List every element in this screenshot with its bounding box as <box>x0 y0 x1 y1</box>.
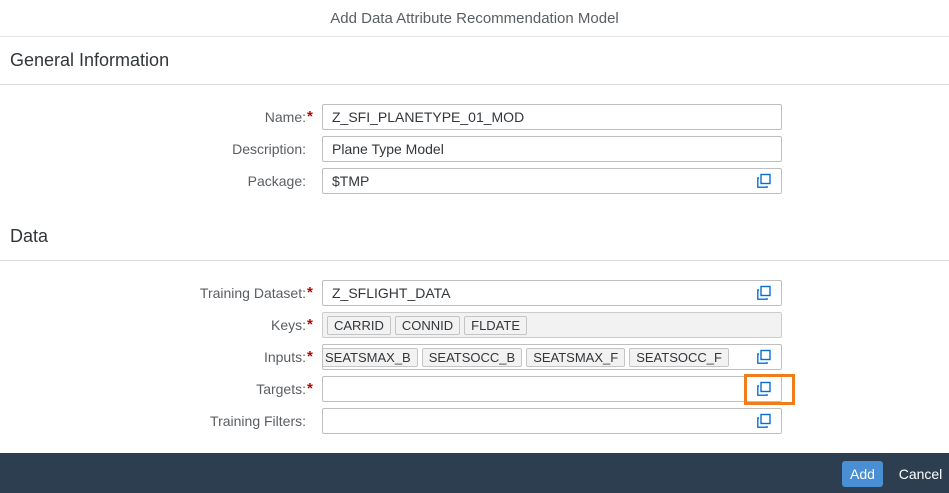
training-filters-row: Training Filters: <box>0 408 949 434</box>
training-dataset-label: Training Dataset: <box>199 285 306 301</box>
keys-token: CONNID <box>394 316 461 335</box>
data-heading: Data <box>10 226 49 246</box>
general-information-section-header: General Information <box>0 37 949 85</box>
name-input[interactable]: Z_SFI_PLANETYPE_01_MOD <box>322 104 782 130</box>
inputs-token[interactable]: SEATSMAX_F <box>526 348 626 367</box>
inputs-label: Inputs: <box>263 349 306 365</box>
dialog-title-bar: Add Data Attribute Recommendation Model <box>0 0 949 37</box>
package-value: $TMP <box>332 173 370 189</box>
inputs-token-list: SEATSMAX_B SEATSOCC_B SEATSMAX_F SEATSOC… <box>323 348 729 367</box>
cancel-button[interactable]: Cancel <box>892 461 949 487</box>
training-dataset-input[interactable]: Z_SFLIGHT_DATA <box>322 280 782 306</box>
training-dataset-row: Training Dataset: * Z_SFLIGHT_DATA <box>0 280 949 306</box>
inputs-value-help-icon[interactable] <box>747 345 781 369</box>
keys-multi-input: CARRID CONNID FLDATE <box>322 312 782 338</box>
training-filters-label: Training Filters: <box>210 413 306 429</box>
keys-row: Keys: * CARRID CONNID FLDATE <box>0 312 949 338</box>
keys-label: Keys: <box>270 317 306 333</box>
name-required-marker: * <box>307 108 313 125</box>
inputs-row: Inputs: * SEATSMAX_B SEATSOCC_B SEATSMAX… <box>0 344 949 370</box>
description-input[interactable]: Plane Type Model <box>322 136 782 162</box>
inputs-token[interactable]: SEATSOCC_F <box>629 348 729 367</box>
dialog-title: Add Data Attribute Recommendation Model <box>330 9 619 27</box>
package-input[interactable]: $TMP <box>322 168 782 194</box>
name-label: Name: <box>264 109 306 125</box>
name-value: Z_SFI_PLANETYPE_01_MOD <box>332 109 525 125</box>
keys-required-marker: * <box>307 316 313 333</box>
training-filters-value-help-icon[interactable] <box>747 409 781 433</box>
package-label: Package: <box>247 173 306 189</box>
description-label: Description: <box>232 141 306 157</box>
dialog-footer: Add Cancel <box>0 453 949 493</box>
targets-multi-input[interactable] <box>322 376 782 402</box>
inputs-required-marker: * <box>307 348 313 365</box>
data-section-header: Data <box>0 213 949 261</box>
inputs-token[interactable]: SEATSOCC_B <box>421 348 523 367</box>
targets-row: Targets: * <box>0 376 949 402</box>
keys-token: FLDATE <box>464 316 528 335</box>
targets-value-help-highlight <box>744 374 795 405</box>
keys-token-list: CARRID CONNID FLDATE <box>327 316 528 335</box>
package-value-help-icon[interactable] <box>747 169 781 193</box>
package-row: Package: $TMP <box>0 168 949 194</box>
training-dataset-value-help-icon[interactable] <box>747 281 781 305</box>
description-row: Description: Plane Type Model <box>0 136 949 162</box>
add-button[interactable]: Add <box>842 461 883 487</box>
training-dataset-value: Z_SFLIGHT_DATA <box>332 285 451 301</box>
training-filters-input[interactable] <box>322 408 782 434</box>
targets-label: Targets: <box>256 381 306 397</box>
inputs-token[interactable]: SEATSMAX_B <box>323 348 418 367</box>
name-row: Name: * Z_SFI_PLANETYPE_01_MOD <box>0 104 949 130</box>
keys-token: CARRID <box>327 316 391 335</box>
general-information-heading: General Information <box>10 50 170 70</box>
training-dataset-required-marker: * <box>307 284 313 301</box>
inputs-multi-input[interactable]: SEATSMAX_B SEATSOCC_B SEATSMAX_F SEATSOC… <box>322 344 782 370</box>
targets-required-marker: * <box>307 380 313 397</box>
description-value: Plane Type Model <box>332 141 444 157</box>
